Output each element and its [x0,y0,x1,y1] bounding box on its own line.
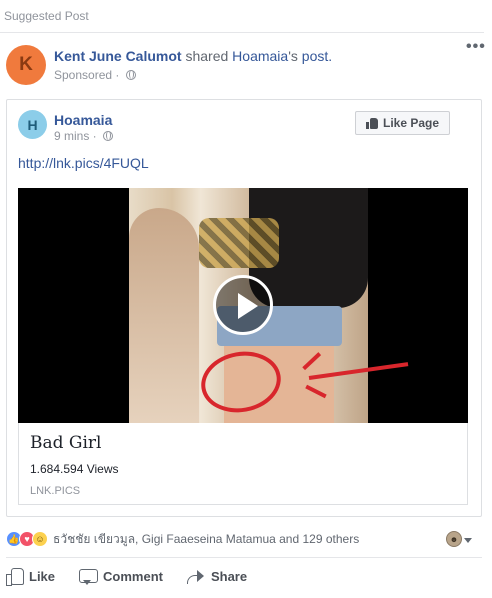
sponsored-row: Sponsored · [54,68,136,82]
play-icon[interactable] [213,275,273,335]
link-title[interactable]: Bad Girl [30,433,102,453]
share-icon [186,569,205,585]
thumbnail-figure [129,208,199,423]
sharer-avatar[interactable]: K [6,45,46,85]
link-preview[interactable]: Bad Girl 1.684.594 Views LNK.PICS [18,423,468,505]
comment-label: Comment [103,569,163,584]
suggested-post-label: Suggested Post [4,9,89,23]
more-options-icon[interactable]: ••• [466,38,486,56]
viewer-avatar-icon[interactable]: ☻ [446,531,462,547]
sponsored-label[interactable]: Sponsored [54,68,112,82]
post-url-link[interactable]: http://lnk.pics/4FUQL [18,155,149,171]
link-description: 1.684.594 Views [30,462,119,476]
action-bar: Like Comment Share [6,568,271,586]
globe-icon [103,131,114,141]
post-header: Kent June Calumot shared Hoamaia's post. [54,48,332,64]
shared-verb: shared [185,48,229,64]
sharer-name-link[interactable]: Kent June Calumot [54,48,182,64]
video-player[interactable] [18,188,468,423]
post-timestamp: 9 mins · [54,129,114,143]
comment-button[interactable]: Comment [79,568,163,585]
like-label: Like [29,569,56,584]
thumbnail-pattern [199,218,279,268]
divider [0,32,484,33]
like-icon [6,568,24,586]
page-name-link[interactable]: Hoamaia [54,112,112,128]
timestamp-text[interactable]: 9 mins [54,129,89,143]
like-page-button[interactable]: Like Page [355,111,450,135]
original-post-link[interactable]: post. [302,48,332,64]
comment-icon [79,568,99,585]
page-avatar[interactable]: H [18,110,47,139]
haha-reaction-icon: ☺ [32,531,48,547]
reactions-text[interactable]: ธวัชชัย เขียวมูล, Gigi Faaeseina Matamua… [53,530,359,549]
chevron-down-icon[interactable] [464,538,472,543]
divider [6,557,482,558]
like-button[interactable]: Like [6,568,56,586]
possessive-text: 's [288,48,298,64]
link-domain: LNK.PICS [30,485,81,497]
like-page-label: Like Page [382,116,440,130]
globe-icon [125,70,136,80]
share-label: Share [210,569,248,584]
original-page-link[interactable]: Hoamaia [232,48,288,64]
share-button[interactable]: Share [186,569,248,585]
thumbs-up-icon [365,117,378,129]
reactions-summary[interactable]: 👍 ♥ ☺ ธวัชชัย เขียวมูล, Gigi Faaeseina M… [6,530,359,548]
